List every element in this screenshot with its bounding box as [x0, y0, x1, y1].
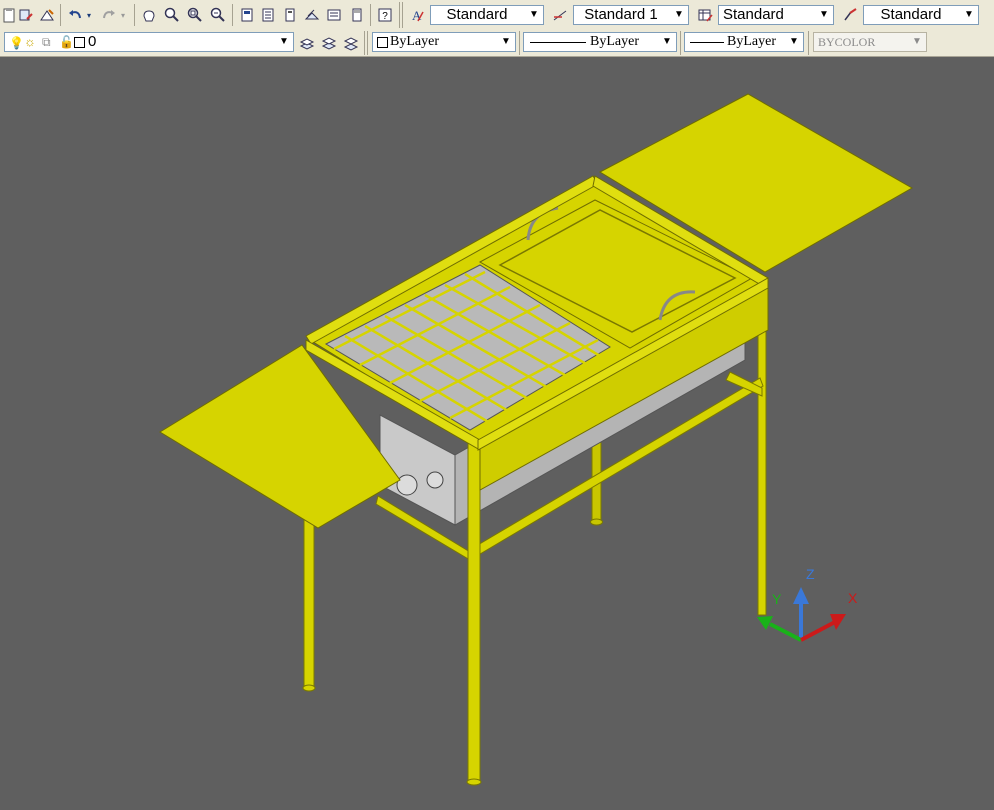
- paste-icon[interactable]: [0, 6, 18, 24]
- text-style-icon[interactable]: A: [408, 6, 426, 24]
- text-style-dropdown[interactable]: Standard ▼: [430, 5, 544, 25]
- multileader-style-icon[interactable]: [841, 6, 859, 24]
- undo-dropdown-icon[interactable]: ▾: [84, 6, 94, 24]
- chevron-down-icon[interactable]: ▼: [497, 33, 515, 51]
- color-swatch: [377, 37, 388, 48]
- ucs-x-label: X: [848, 590, 858, 606]
- lock-icon[interactable]: 🔓: [59, 33, 74, 51]
- match-properties-icon[interactable]: [17, 6, 35, 24]
- properties-icon[interactable]: [238, 6, 256, 24]
- make-object-layer-current-icon[interactable]: [298, 34, 316, 52]
- calculator-icon[interactable]: [348, 6, 366, 24]
- redo-dropdown-icon: ▾: [120, 10, 125, 20]
- layer-states-icon[interactable]: [342, 34, 360, 52]
- lineweight-value: ByLayer: [727, 34, 776, 49]
- ucs-z-label: Z: [806, 566, 815, 582]
- sheet-set-icon[interactable]: [303, 6, 321, 24]
- design-center-icon[interactable]: [259, 6, 277, 24]
- plotstyle-value: BYCOLOR: [818, 35, 876, 49]
- multileader-style-dropdown[interactable]: Standard ▼: [863, 5, 979, 25]
- drawing-viewport[interactable]: Z Y X: [0, 57, 994, 810]
- tool-palettes-icon[interactable]: [281, 6, 299, 24]
- markup-icon[interactable]: [325, 6, 343, 24]
- table-style-icon[interactable]: [696, 6, 714, 24]
- chevron-down-icon[interactable]: ▼: [275, 33, 293, 51]
- table-style-dropdown[interactable]: Standard ▼: [718, 5, 834, 25]
- layer-previous-icon[interactable]: [320, 34, 338, 52]
- help-icon[interactable]: ?: [376, 6, 394, 24]
- dimension-style-dropdown[interactable]: Standard 1 ▼: [573, 5, 689, 25]
- lineweight-sample: [690, 42, 724, 43]
- layer-dropdown[interactable]: 💡 ☼ ⧉ 🔓 0 ▼: [4, 32, 294, 52]
- zoom-previous-icon[interactable]: [209, 6, 227, 24]
- plotstyle-control-dropdown: BYCOLOR ▼: [813, 32, 927, 52]
- pan-icon[interactable]: [140, 6, 158, 24]
- linetype-control-dropdown[interactable]: ByLayer ▼: [523, 32, 677, 52]
- linetype-value: ByLayer: [590, 34, 639, 49]
- chevron-down-icon[interactable]: ▼: [658, 33, 676, 51]
- svg-text:?: ?: [382, 11, 388, 22]
- layers-properties-toolbar: 💡 ☼ ⧉ 🔓 0 ▼ ByLayer ▼ ByLayer ▼ ByLayer …: [0, 30, 994, 57]
- dimension-style-icon[interactable]: [551, 6, 569, 24]
- linetype-sample: [530, 42, 586, 43]
- redo-icon: [100, 6, 118, 24]
- chevron-down-icon: ▼: [912, 36, 922, 47]
- sun-freeze-icon[interactable]: ☼: [24, 33, 36, 51]
- layer-color-swatch: [74, 37, 85, 48]
- zoom-realtime-icon[interactable]: [163, 6, 181, 24]
- layer-name: 0: [88, 33, 97, 50]
- lineweight-control-dropdown[interactable]: ByLayer ▼: [684, 32, 804, 52]
- ucs-y-label: Y: [772, 591, 782, 607]
- ucs-icon: [757, 587, 846, 642]
- lightbulb-icon[interactable]: 💡: [9, 34, 24, 52]
- undo-icon[interactable]: [66, 6, 84, 24]
- color-control-dropdown[interactable]: ByLayer ▼: [372, 32, 516, 52]
- standard-toolbar: ▾ ▾ ? A Standard ▼ Standard 1 ▼ Standard ▼ …: [0, 0, 994, 31]
- 3d-model-canvas: [159, 93, 914, 786]
- viewport-freeze-icon[interactable]: ⧉: [42, 33, 51, 51]
- block-editor-icon[interactable]: [38, 6, 56, 24]
- color-value: ByLayer: [390, 34, 439, 49]
- chevron-down-icon[interactable]: ▼: [785, 33, 803, 51]
- zoom-window-icon[interactable]: [186, 6, 204, 24]
